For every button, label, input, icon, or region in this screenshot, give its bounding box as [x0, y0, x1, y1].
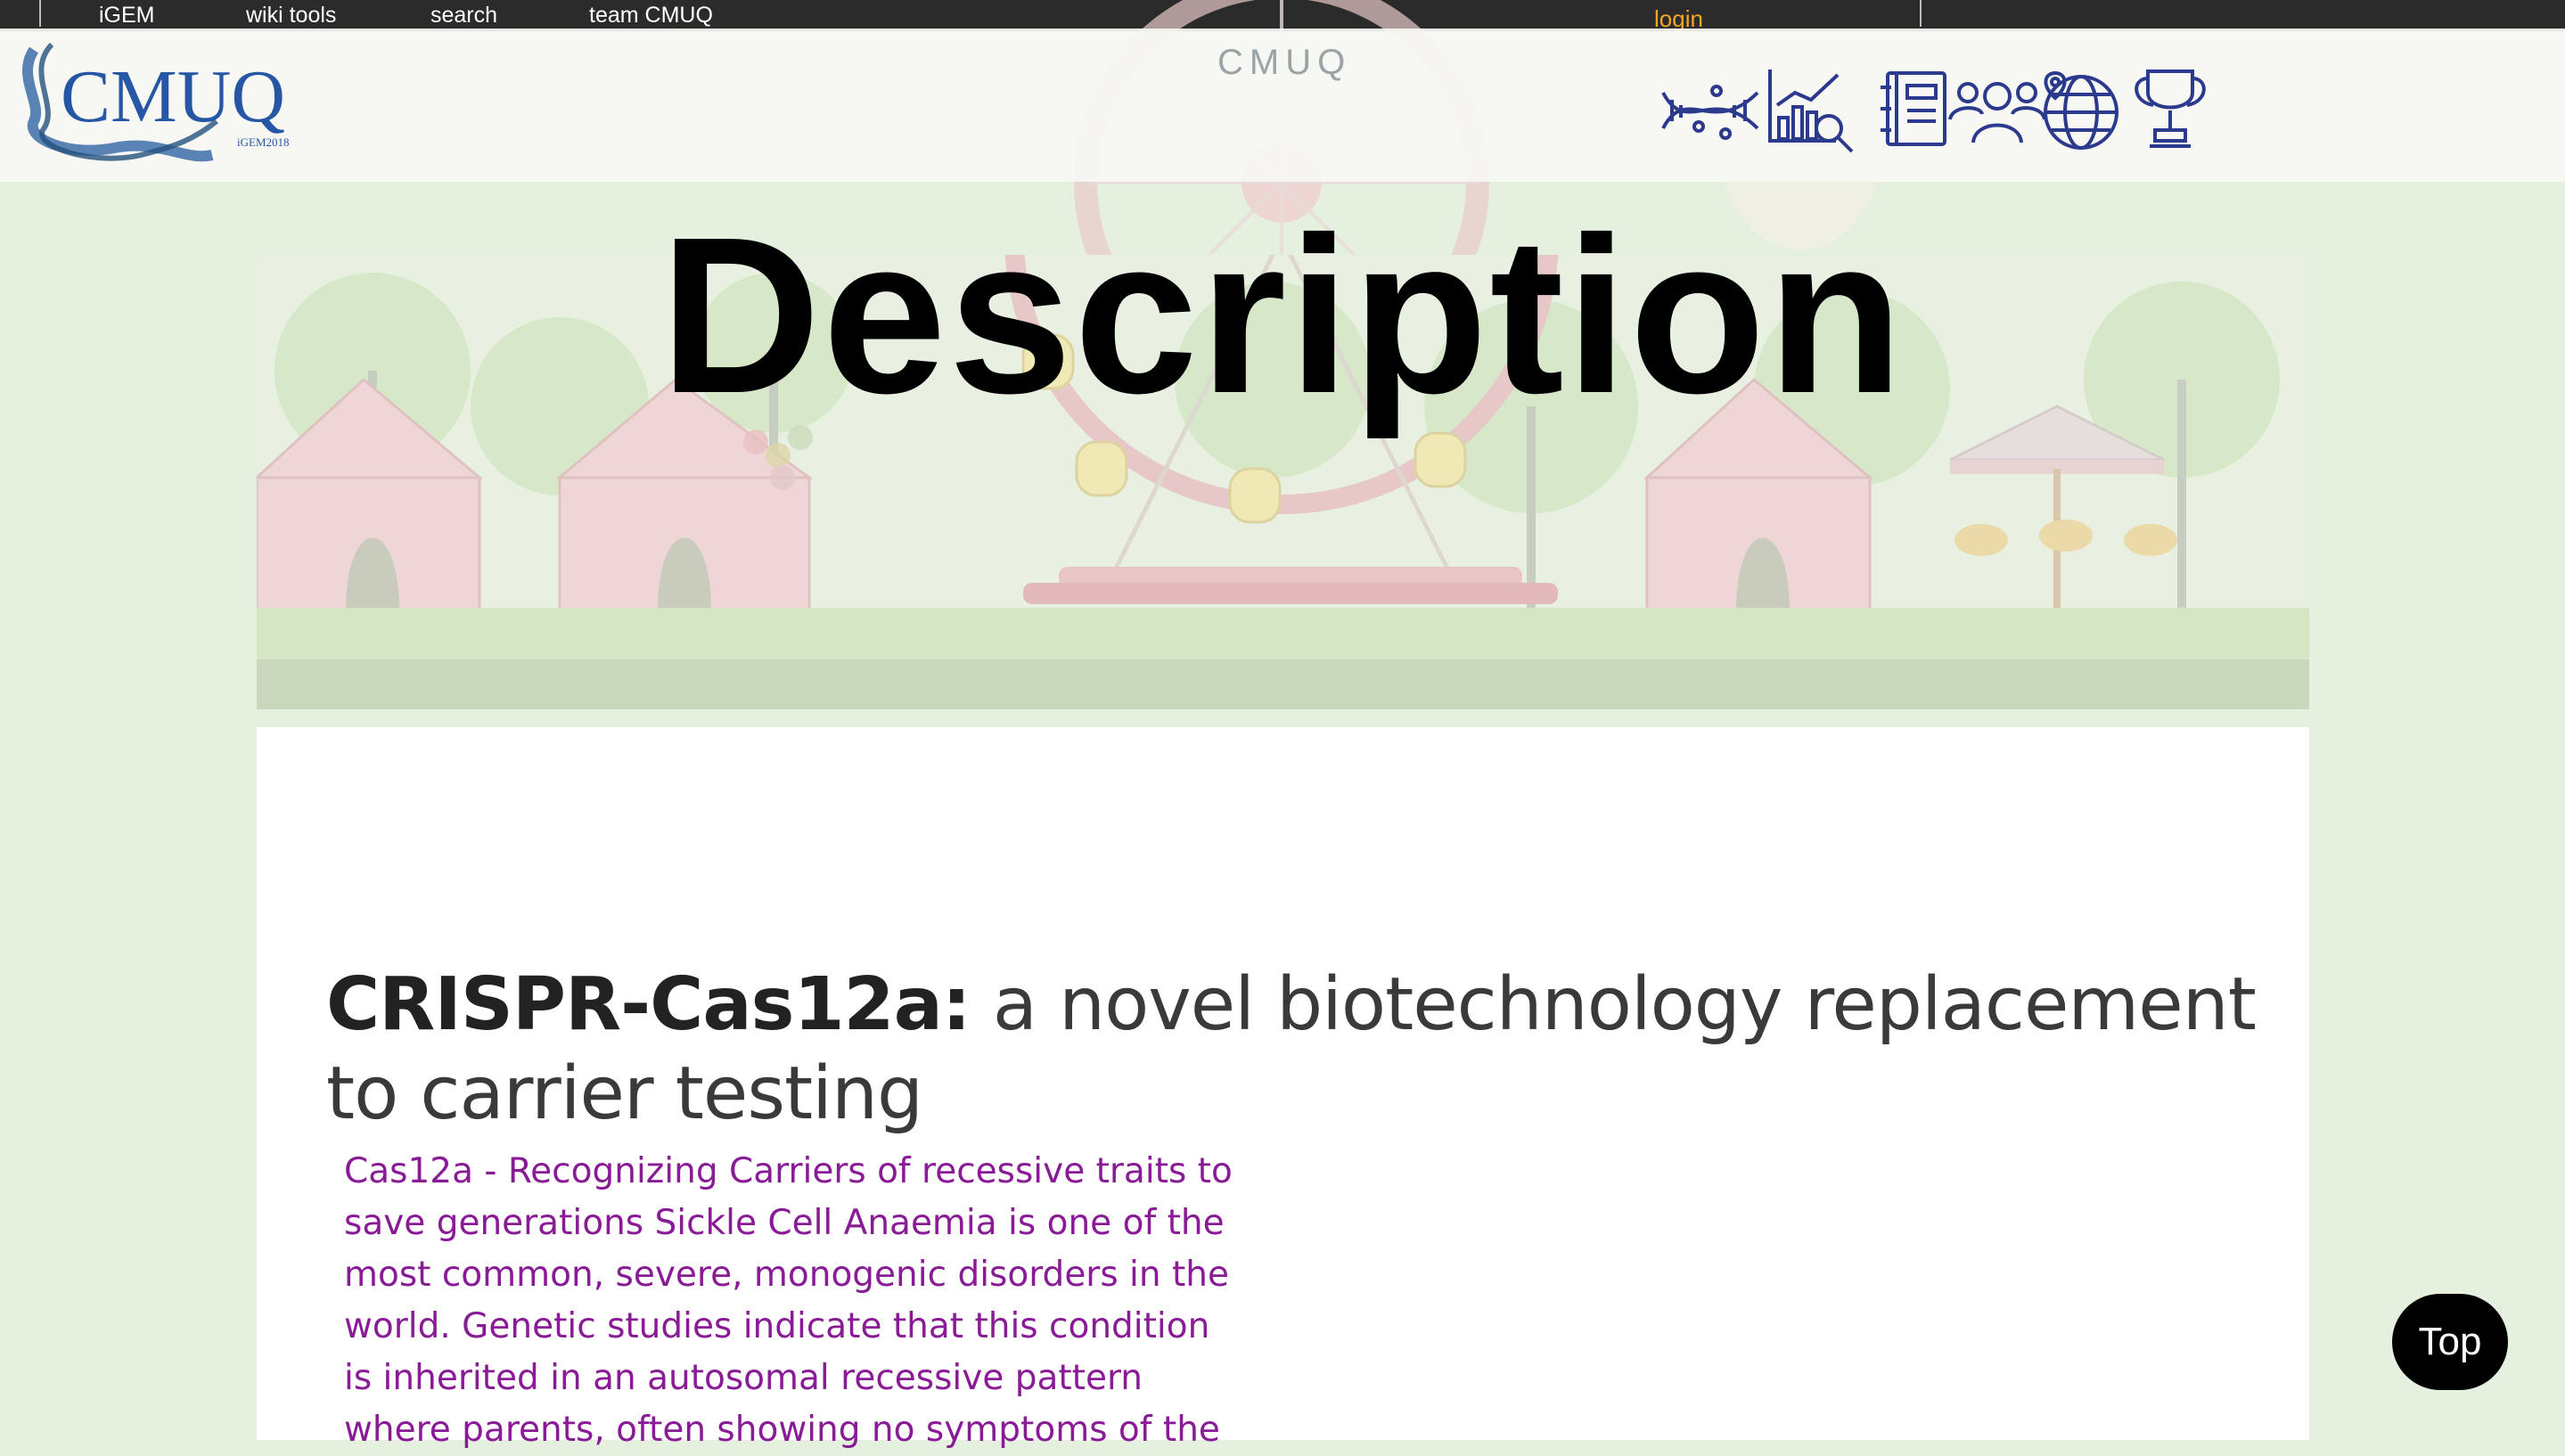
globe-icon[interactable] [2030, 66, 2132, 153]
team-logo[interactable]: CMUQ iGEM2018 [16, 41, 301, 184]
analytics-icon[interactable] [1765, 66, 1866, 153]
section-heading-bold: CRISPR-Cas12a: [326, 962, 971, 1047]
section-heading: CRISPR-Cas12a: a novel biotechnology rep… [326, 961, 2269, 1139]
trophy-icon[interactable] [2119, 66, 2221, 153]
back-to-top-button[interactable]: Top [2392, 1294, 2508, 1390]
logo-text: CMUQ [61, 55, 285, 138]
logo-dna-icon: CMUQ iGEM2018 [21, 42, 290, 162]
site-title: CMUQ [1217, 43, 1352, 82]
intro-paragraph: Cas12a - Recognizing Carriers of recessi… [344, 1151, 1233, 1450]
dna-icon[interactable] [1659, 66, 1761, 153]
logo-subtext: iGEM2018 [237, 135, 290, 149]
page-title: Description [660, 191, 1905, 439]
site-header: CMUQ iGEM2018 CMUQ [0, 29, 2565, 182]
content-panel: CRISPR-Cas12a: a novel biotechnology rep… [257, 727, 2309, 1450]
